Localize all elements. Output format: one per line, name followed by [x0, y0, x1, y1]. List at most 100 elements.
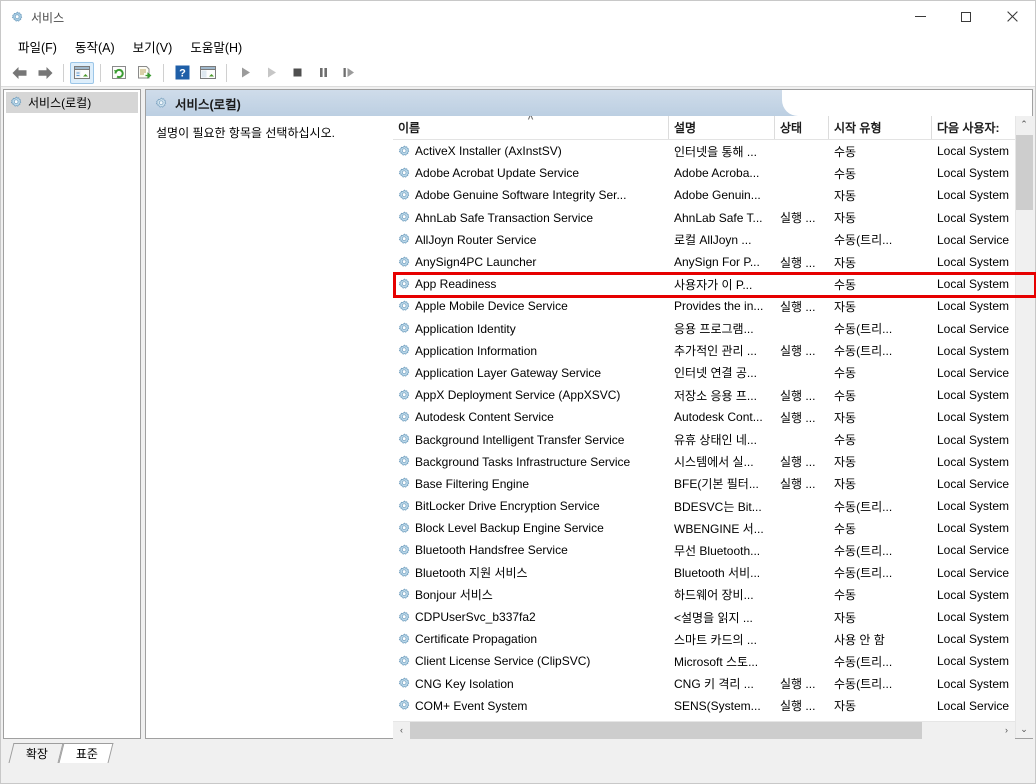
table-row[interactable]: Certificate Propagation 스마트 카드의 ... 사용 안 함…: [393, 628, 1015, 650]
properties-button[interactable]: [196, 62, 220, 84]
service-name-label: AnySign4PC Launcher: [415, 255, 537, 270]
description-pane: 설명이 필요한 항목을 선택하십시오.: [146, 116, 393, 738]
column-header-description[interactable]: 설명: [669, 116, 775, 139]
service-name-label: Background Tasks Infrastructure Service: [415, 454, 631, 469]
table-row[interactable]: App Readiness 사용자가 이 P... 수동 Local System: [393, 273, 1015, 295]
table-row[interactable]: Base Filtering Engine BFE(기본 필터... 실행 ... 자…: [393, 473, 1015, 495]
table-row[interactable]: CNG Key Isolation CNG 키 격리 ... 실행 ... 수동(트리…: [393, 673, 1015, 695]
table-row[interactable]: Adobe Acrobat Update Service Adobe Acroba…: [393, 162, 1015, 184]
cell-description: Adobe Acroba...: [674, 166, 760, 181]
result-pane-title: 서비스(로컬): [175, 97, 241, 112]
tree-pane-icon: [74, 66, 90, 79]
cell-startup-type: 수동: [834, 166, 857, 181]
vscroll-thumb[interactable]: [1015, 135, 1033, 210]
tab-extended[interactable]: 확장: [8, 743, 64, 763]
resume-service-button[interactable]: [259, 62, 283, 84]
cell-log-on-as: Local System: [937, 277, 1010, 292]
cell-service-name: Client License Service (ClipSVC): [393, 654, 669, 668]
hscroll-thumb[interactable]: [410, 721, 922, 739]
vscroll-up-arrow-icon[interactable]: ⌃: [1015, 116, 1033, 133]
menu-view[interactable]: 보기(V): [124, 34, 182, 59]
table-row[interactable]: Bluetooth 지원 서비스 Bluetooth 서비... 수동(트리... L…: [393, 562, 1015, 584]
help-button[interactable]: ?: [170, 62, 194, 84]
vertical-scrollbar[interactable]: ⌃ ⌄: [1015, 116, 1033, 738]
table-row[interactable]: Background Tasks Infrastructure Service 시…: [393, 451, 1015, 473]
show-hide-tree-button[interactable]: [70, 61, 94, 84]
table-row[interactable]: Application Information 추가적인 관리 ... 실행 ...…: [393, 340, 1015, 362]
table-row[interactable]: COM+ Event System SENS(System... 실행 ... 자동 L…: [393, 695, 1015, 717]
table-row[interactable]: Bonjour 서비스 하드웨어 장비... 수동 Local System: [393, 584, 1015, 606]
cell-description: 유휴 상태인 네...: [674, 433, 757, 448]
minimize-button[interactable]: [897, 1, 943, 32]
table-row[interactable]: Autodesk Content Service Autodesk Cont...…: [393, 406, 1015, 428]
cell-startup-type: 수동: [834, 144, 857, 159]
service-gear-icon: [398, 455, 411, 468]
restart-service-button[interactable]: [337, 62, 361, 84]
column-header-log-on-as[interactable]: 다음 사용자:: [932, 116, 1015, 139]
table-row[interactable]: BitLocker Drive Encryption Service BDESVC…: [393, 495, 1015, 517]
table-row[interactable]: AnySign4PC Launcher AnySign For P... 실행 ..…: [393, 251, 1015, 273]
table-row[interactable]: Bluetooth Handsfree Service 무선 Bluetooth.…: [393, 539, 1015, 561]
forward-button[interactable]: [33, 62, 57, 84]
cell-description: Provides the in...: [674, 299, 764, 314]
horizontal-scrollbar[interactable]: ‹ ›: [393, 721, 1015, 739]
table-row[interactable]: Client License Service (ClipSVC) Microsof…: [393, 650, 1015, 672]
table-row[interactable]: ActiveX Installer (AxInstSV) 인터넷을 통해 ... 수…: [393, 140, 1015, 162]
hscroll-track[interactable]: [410, 721, 998, 739]
cell-status: 실행 ...: [780, 299, 816, 314]
table-row[interactable]: Application Identity 응용 프로그램... 수동(트리... Lo…: [393, 318, 1015, 340]
table-row[interactable]: AllJoyn Router Service 로컬 AllJoyn ... 수동(트…: [393, 229, 1015, 251]
column-header-startup-type[interactable]: 시작 유형: [829, 116, 932, 139]
services-window: 서비스 파일(F) 동작(A) 보기(V) 도움말(H) ? 서비스(로컬) 서…: [0, 0, 1036, 784]
menu-action[interactable]: 동작(A): [66, 34, 124, 59]
stop-square-icon: [293, 68, 301, 77]
service-name-label: AhnLab Safe Transaction Service: [415, 210, 594, 225]
stop-service-button[interactable]: [285, 62, 309, 84]
cell-description: <설명을 읽지 ...: [674, 610, 753, 625]
arrow-left-icon: [12, 66, 26, 79]
cell-startup-type: 자동: [834, 455, 857, 470]
menu-file[interactable]: 파일(F): [9, 34, 66, 59]
table-row[interactable]: Block Level Backup Engine Service WBENGIN…: [393, 517, 1015, 539]
back-button[interactable]: [7, 62, 31, 84]
vscroll-track[interactable]: [1015, 133, 1033, 721]
table-row[interactable]: Adobe Genuine Software Integrity Ser... A…: [393, 184, 1015, 206]
service-gear-icon: [398, 633, 411, 646]
maximize-button[interactable]: [943, 1, 989, 32]
hscroll-left-arrow-icon[interactable]: ‹: [393, 721, 410, 739]
table-row[interactable]: AhnLab Safe Transaction Service AhnLab Sa…: [393, 207, 1015, 229]
refresh-button[interactable]: [107, 62, 131, 84]
column-header-name[interactable]: ^ 이름: [393, 116, 669, 139]
tree-item-services-local[interactable]: 서비스(로컬): [6, 92, 138, 113]
export-list-button[interactable]: [133, 62, 157, 84]
cell-status: 실행 ...: [780, 344, 816, 359]
arrow-right-icon: [38, 66, 52, 79]
close-button[interactable]: [989, 1, 1035, 32]
question-mark-icon: ?: [175, 65, 189, 80]
menu-help[interactable]: 도움말(H): [181, 34, 251, 59]
service-gear-icon: [398, 366, 411, 379]
table-row[interactable]: Background Intelligent Transfer Service 유…: [393, 428, 1015, 450]
start-service-button[interactable]: [233, 62, 257, 84]
table-row[interactable]: CDPUserSvc_b337fa2 <설명을 읽지 ... 자동 Local Sys…: [393, 606, 1015, 628]
hscroll-right-arrow-icon[interactable]: ›: [998, 721, 1015, 739]
cell-log-on-as: Local Service: [937, 543, 1010, 558]
table-row[interactable]: Application Layer Gateway Service 인터넷 연결 …: [393, 362, 1015, 384]
cell-log-on-as: Local Service: [937, 565, 1010, 580]
cell-description: Bluetooth 서비...: [674, 566, 761, 581]
cell-description: AnySign For P...: [674, 255, 760, 270]
service-name-label: Client License Service (ClipSVC): [415, 654, 591, 669]
service-gear-icon: [398, 477, 411, 490]
service-gear-icon: [398, 522, 411, 535]
cell-startup-type: 자동: [834, 699, 857, 714]
cell-log-on-as: Local System: [937, 299, 1010, 314]
table-row[interactable]: AppX Deployment Service (AppXSVC) 저장소 응용 …: [393, 384, 1015, 406]
cell-startup-type: 자동: [834, 410, 857, 425]
service-gear-icon: [398, 699, 411, 712]
table-row[interactable]: Apple Mobile Device Service Provides the …: [393, 295, 1015, 317]
tab-standard[interactable]: 표준: [58, 743, 114, 763]
pause-service-button[interactable]: [311, 62, 335, 84]
cell-service-name: AppX Deployment Service (AppXSVC): [393, 388, 669, 402]
column-header-status[interactable]: 상태: [775, 116, 829, 139]
vscroll-down-arrow-icon[interactable]: ⌄: [1015, 721, 1033, 738]
